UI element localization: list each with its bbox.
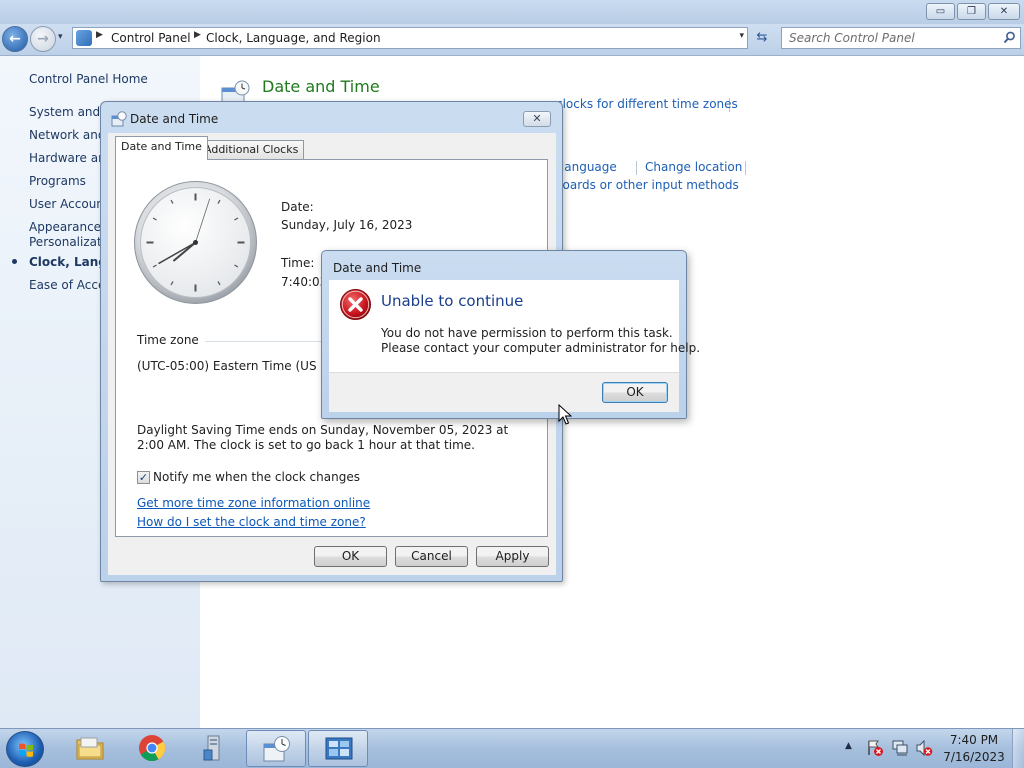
dst-info-text: Daylight Saving Time ends on Sunday, Nov… bbox=[137, 423, 509, 452]
back-arrow-icon: ← bbox=[9, 31, 21, 47]
windows-logo-icon bbox=[19, 743, 33, 757]
breadcrumb-arrow-icon[interactable]: ▶ bbox=[194, 30, 201, 40]
volume-muted-icon[interactable] bbox=[915, 739, 933, 757]
search-icon[interactable] bbox=[1003, 31, 1016, 44]
address-dropdown-icon[interactable]: ▾ bbox=[739, 31, 744, 41]
taskbar-item-server-manager[interactable] bbox=[184, 730, 244, 767]
maximize-button[interactable]: ❐ bbox=[957, 3, 986, 20]
taskbar-item-date-and-time[interactable] bbox=[246, 730, 306, 767]
control-panel-icon bbox=[76, 30, 92, 46]
mouse-cursor-icon bbox=[558, 404, 572, 425]
analog-clock bbox=[134, 181, 257, 304]
address-bar[interactable]: ▶ Control Panel ▶ Clock, Language, and R… bbox=[72, 27, 748, 49]
notify-checkbox[interactable]: ✓ bbox=[137, 471, 150, 484]
link-time-zone-info-online[interactable]: Get more time zone information online bbox=[137, 496, 370, 510]
date-value: Sunday, July 16, 2023 bbox=[281, 218, 413, 232]
error-dialog: Date and Time Unable to continue You do … bbox=[321, 250, 700, 419]
taskbar-item-control-panel[interactable] bbox=[308, 730, 368, 767]
network-icon[interactable] bbox=[891, 739, 909, 757]
notify-checkbox-label[interactable]: Notify me when the clock changes bbox=[153, 470, 360, 484]
control-panel-icon bbox=[325, 737, 353, 760]
tab-additional-clocks[interactable]: Additional Clocks bbox=[198, 140, 305, 159]
show-desktop-button[interactable] bbox=[1012, 729, 1024, 768]
error-icon bbox=[340, 289, 371, 320]
taskbar-item-windows-explorer[interactable] bbox=[60, 730, 120, 767]
search-box[interactable] bbox=[781, 27, 1021, 49]
chrome-icon bbox=[139, 735, 166, 762]
breadcrumb-arrow-icon[interactable]: ▶ bbox=[96, 30, 103, 40]
category-heading-date-time[interactable]: Date and Time bbox=[262, 77, 380, 96]
breadcrumb-clock-language-region[interactable]: Clock, Language, and Region bbox=[206, 31, 381, 45]
minimize-button[interactable]: ▭ bbox=[926, 3, 955, 20]
error-heading: Unable to continue bbox=[381, 292, 524, 310]
dialog-title: Date and Time bbox=[130, 112, 219, 126]
time-label: Time: bbox=[281, 256, 315, 270]
apply-button[interactable]: Apply bbox=[476, 546, 549, 567]
active-bullet-icon bbox=[12, 259, 17, 264]
action-center-icon[interactable] bbox=[866, 739, 884, 757]
taskbar-item-google-chrome[interactable] bbox=[122, 730, 182, 767]
folder-icon bbox=[76, 737, 104, 760]
date-time-icon bbox=[111, 111, 127, 127]
sidebar-item-control-panel-home[interactable]: Control Panel Home bbox=[29, 72, 148, 86]
forward-arrow-icon: → bbox=[37, 31, 49, 47]
server-manager-icon bbox=[203, 735, 220, 761]
sidebar-item-user-accounts[interactable]: User Account bbox=[29, 197, 109, 211]
error-message: You do not have permission to perform th… bbox=[381, 326, 701, 355]
tab-date-and-time[interactable]: Date and Time bbox=[115, 136, 208, 160]
search-input[interactable] bbox=[782, 28, 997, 48]
error-dialog-footer: OK bbox=[329, 372, 679, 412]
taskbar-clock-time[interactable]: 7:40 PM bbox=[940, 733, 1008, 747]
time-zone-group-label: Time zone bbox=[137, 333, 205, 347]
window-titlebar: ▭ ❐ ✕ bbox=[0, 0, 1024, 24]
link-keyboards-input-methods[interactable]: rboards or other input methods bbox=[550, 178, 739, 192]
breadcrumb-control-panel[interactable]: Control Panel bbox=[111, 31, 191, 45]
close-window-button[interactable]: ✕ bbox=[988, 3, 1020, 20]
time-zone-value: (UTC-05:00) Eastern Time (US & Ca bbox=[137, 359, 350, 373]
sidebar-item-network-internet[interactable]: Network and bbox=[29, 128, 106, 142]
error-dialog-title: Date and Time bbox=[333, 261, 422, 275]
link-separator bbox=[636, 161, 637, 175]
date-time-icon bbox=[263, 736, 290, 762]
restore-icon: ❐ bbox=[967, 6, 976, 17]
error-ok-button[interactable]: OK bbox=[602, 382, 668, 403]
date-label: Date: bbox=[281, 200, 314, 214]
close-icon: ✕ bbox=[999, 6, 1009, 17]
show-hidden-icons-icon[interactable]: ▲ bbox=[845, 741, 852, 751]
cancel-button[interactable]: Cancel bbox=[395, 546, 468, 567]
link-how-set-clock[interactable]: How do I set the clock and time zone? bbox=[137, 515, 366, 529]
ok-button[interactable]: OK bbox=[314, 546, 387, 567]
close-dialog-button[interactable]: ✕ bbox=[523, 111, 551, 127]
link-separator bbox=[745, 161, 746, 175]
error-dialog-body: Unable to continue You do not have permi… bbox=[329, 280, 700, 372]
recent-pages-dropdown[interactable]: ▾ bbox=[58, 32, 63, 42]
minimize-icon: ▭ bbox=[935, 6, 946, 17]
taskbar-clock-date[interactable]: 7/16/2023 bbox=[940, 750, 1008, 764]
sidebar-item-programs[interactable]: Programs bbox=[29, 174, 86, 188]
back-button[interactable]: ← bbox=[2, 26, 28, 52]
forward-button[interactable]: → bbox=[30, 26, 56, 52]
refresh-icon[interactable]: ⇆ bbox=[752, 29, 772, 47]
close-icon: ✕ bbox=[532, 112, 542, 125]
link-add-clocks[interactable]: clocks for different time zones bbox=[556, 97, 738, 111]
link-change-location[interactable]: Change location bbox=[645, 160, 742, 174]
start-button[interactable] bbox=[6, 731, 44, 767]
